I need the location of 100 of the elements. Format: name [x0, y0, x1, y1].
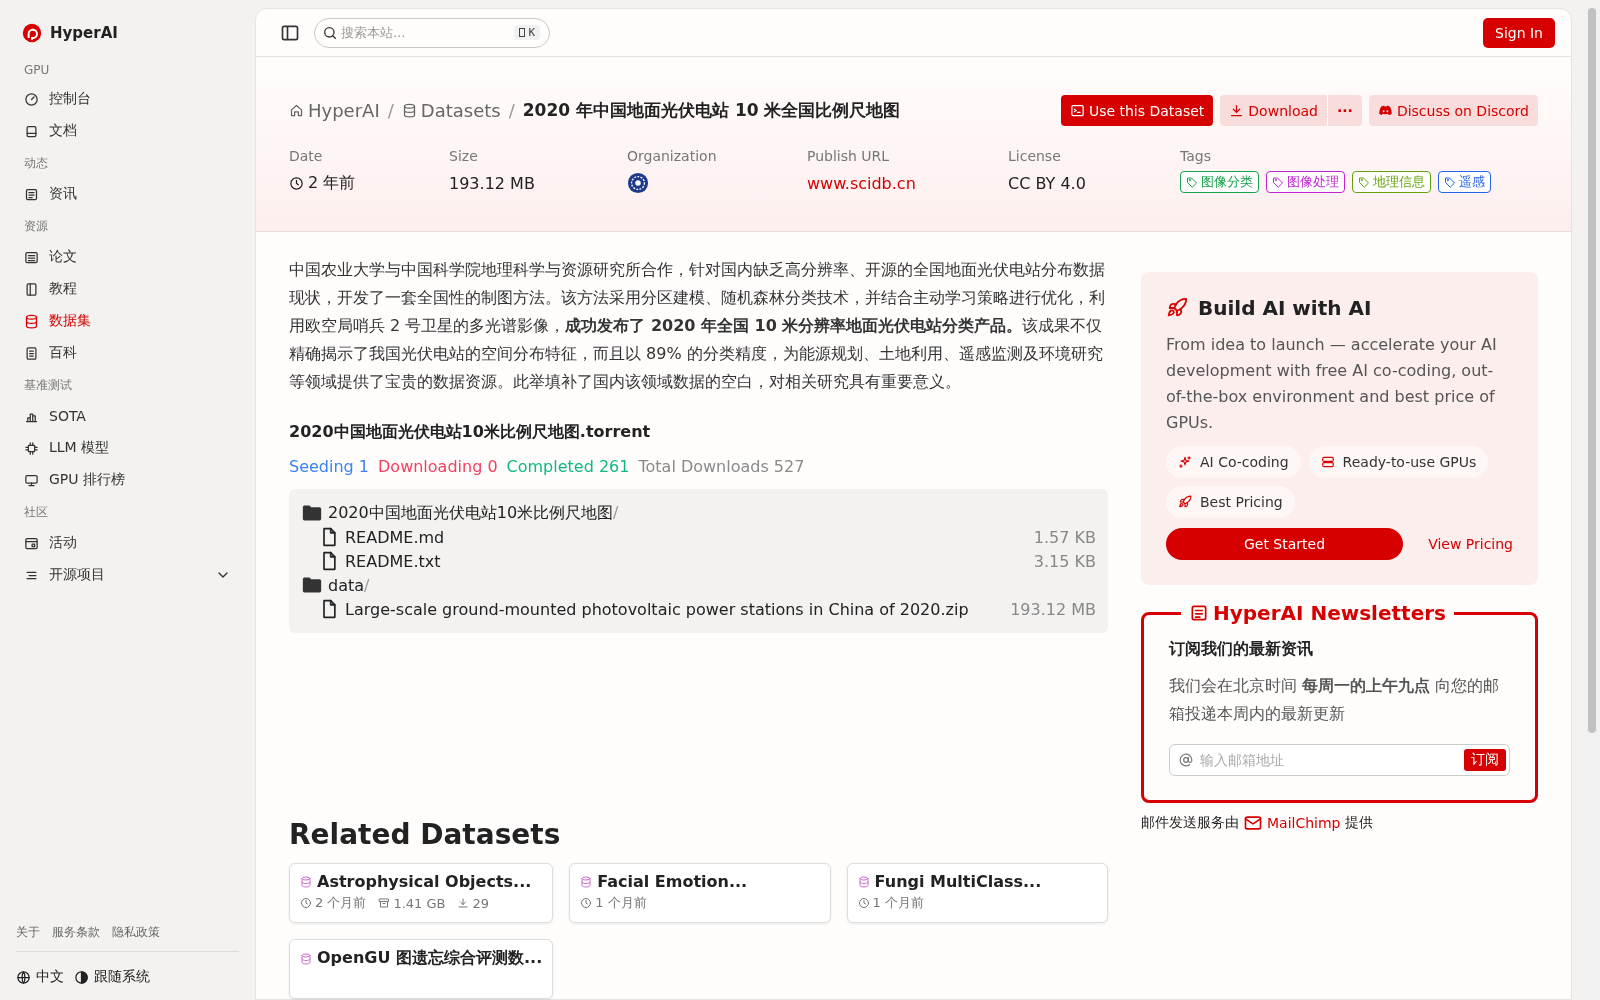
breadcrumb-link[interactable]: HyperAI — [289, 100, 380, 121]
get-started-button[interactable]: Get Started — [1166, 528, 1403, 560]
file-size: 193.12 MB — [1010, 599, 1096, 619]
sidebar-item[interactable]: SOTA — [16, 400, 239, 432]
sidebar-item[interactable]: 控制台 — [16, 83, 239, 115]
dataset-title: 2020 年中国地面光伏电站 10 米全国比例尺地图 — [522, 99, 901, 122]
newsletter-title: HyperAI Newsletters — [1213, 601, 1446, 625]
tag-icon — [1272, 176, 1284, 188]
mail-icon — [1243, 813, 1263, 833]
promo-title: Build AI with AI — [1198, 296, 1372, 320]
breadcrumb-link[interactable]: Datasets — [401, 100, 501, 121]
promo-text: From idea to launch — accelerate your AI development with free AI co-coding, out-of-the-box environment and best price of GPUs. — [1166, 334, 1498, 434]
sign-in-button[interactable]: Sign In — [1483, 17, 1555, 48]
footer-link[interactable]: 服务条款 — [52, 924, 100, 941]
database-icon — [300, 875, 312, 888]
file-name: README.txt — [345, 551, 441, 571]
section-heading: GPU — [23, 62, 51, 79]
card-title: Fungi MultiClass... — [874, 872, 1042, 891]
card-title: OpenGU 图遗忘综合评测数... — [317, 948, 543, 969]
download-icon — [1229, 103, 1245, 118]
folder-name: data/ — [328, 575, 370, 595]
dataset-card[interactable]: OpenGU 图遗忘综合评测数... — [289, 939, 554, 999]
database-icon — [580, 875, 593, 888]
rocket-icon — [1178, 495, 1192, 509]
folder-icon — [302, 576, 322, 594]
archive-icon — [378, 897, 391, 909]
search-icon — [322, 24, 338, 41]
card-title: Astrophysical Objects... — [317, 872, 532, 891]
calendar-icon — [24, 535, 39, 551]
section-heading: 社区 — [23, 504, 49, 521]
server-icon — [1320, 455, 1335, 469]
sidebar-item[interactable]: 教程 — [16, 273, 239, 305]
section-title: Related Datasets — [289, 818, 562, 851]
sidebar-item[interactable]: 资讯 — [16, 178, 239, 210]
view-pricing-link[interactable]: View Pricing — [1428, 536, 1513, 552]
footer-link[interactable]: 隐私政策 — [112, 924, 160, 941]
sidebar-item[interactable]: GPU 排行榜 — [16, 464, 239, 496]
credit-text: 提供 — [1344, 814, 1373, 832]
dataset-card[interactable]: Astrophysical Objects... 2 个月前 1.41 GB 29 — [289, 863, 554, 923]
document-icon — [24, 123, 39, 139]
book-icon — [24, 281, 39, 297]
file-name: Large-scale ground-mounted photovoltaic power stations in China of 2020.zip — [345, 599, 969, 619]
tag[interactable]: 图像分类 — [1180, 171, 1259, 193]
file-size: 3.15 KB — [1033, 551, 1096, 571]
page-icon — [24, 345, 39, 361]
mailchimp-link[interactable]: MailChimp — [1267, 815, 1341, 831]
dataset-card[interactable]: Fungi MultiClass... 1 个月前 — [846, 863, 1108, 923]
discord-button[interactable]: Discuss on Discord — [1368, 95, 1538, 126]
meta-value: 193.12 MB — [449, 173, 535, 193]
card-meta: 1.41 GB — [378, 894, 446, 912]
sidebar-item[interactable]: 文档 — [16, 115, 239, 147]
at-icon — [1179, 753, 1193, 767]
meta-label: Organization — [627, 148, 718, 164]
meta-label: License — [1008, 148, 1062, 164]
sidebar-item[interactable]: 百科 — [16, 337, 239, 369]
meta-label: Tags — [1180, 148, 1212, 164]
tag[interactable]: 图像处理 — [1266, 171, 1345, 193]
language-button[interactable]: 中文 — [16, 968, 64, 986]
meta-label: Date — [289, 148, 324, 164]
clock-icon — [580, 897, 593, 909]
newspaper-icon — [24, 186, 39, 202]
rocket-icon — [1166, 297, 1188, 319]
database-icon — [857, 875, 870, 888]
tag-icon — [1444, 176, 1456, 188]
logo-icon — [22, 23, 42, 43]
sidebar-item[interactable]: 数据集 — [16, 305, 239, 337]
tag[interactable]: 地理信息 — [1352, 171, 1431, 193]
home-icon — [289, 103, 304, 118]
card-meta: 1 个月前 — [580, 894, 647, 912]
subscribe-button[interactable]: 订阅 — [1464, 749, 1506, 771]
monitor-icon — [24, 472, 39, 488]
card-meta: 29 — [457, 894, 490, 912]
download-button[interactable]: Download — [1220, 95, 1327, 126]
tag[interactable]: 遥感 — [1438, 171, 1491, 193]
more-button[interactable]: ··· — [1326, 95, 1362, 126]
section-heading: 资源 — [23, 218, 49, 235]
database-icon — [300, 952, 312, 965]
sidebar-item[interactable]: 开源项目 — [16, 559, 239, 591]
card-title: Facial Emotion... — [597, 872, 748, 891]
folder-icon — [302, 504, 322, 522]
card-meta: 2 个月前 — [300, 894, 367, 912]
theme-button[interactable]: 跟随系统 — [74, 968, 150, 986]
publish-link[interactable]: www.scidb.cn — [807, 173, 916, 193]
shortcut-key: K — [514, 24, 540, 40]
meta-label: Publish URL — [807, 148, 891, 164]
torrent-stat: Total Downloads 527 — [638, 457, 805, 476]
sidebar-item[interactable]: LLM 模型 — [16, 432, 239, 464]
use-dataset-button[interactable]: Use this Dataset — [1060, 95, 1214, 126]
dataset-card[interactable]: Facial Emotion... 1 个月前 — [569, 863, 831, 923]
footer-link[interactable]: 关于 — [16, 924, 40, 941]
feature-chip: Best Pricing — [1166, 486, 1295, 518]
torrent-stat: Seeding 1 — [289, 457, 369, 476]
gauge-icon — [24, 91, 39, 107]
database-icon — [401, 103, 417, 118]
sidebar-item[interactable]: 活动 — [16, 527, 239, 559]
sidebar-item[interactable]: 论文 — [16, 241, 239, 273]
file-name: README.md — [345, 527, 445, 547]
tag-icon — [1186, 176, 1198, 188]
credit-text: 邮件发送服务由 — [1141, 814, 1239, 832]
half-circle-icon — [74, 969, 89, 985]
